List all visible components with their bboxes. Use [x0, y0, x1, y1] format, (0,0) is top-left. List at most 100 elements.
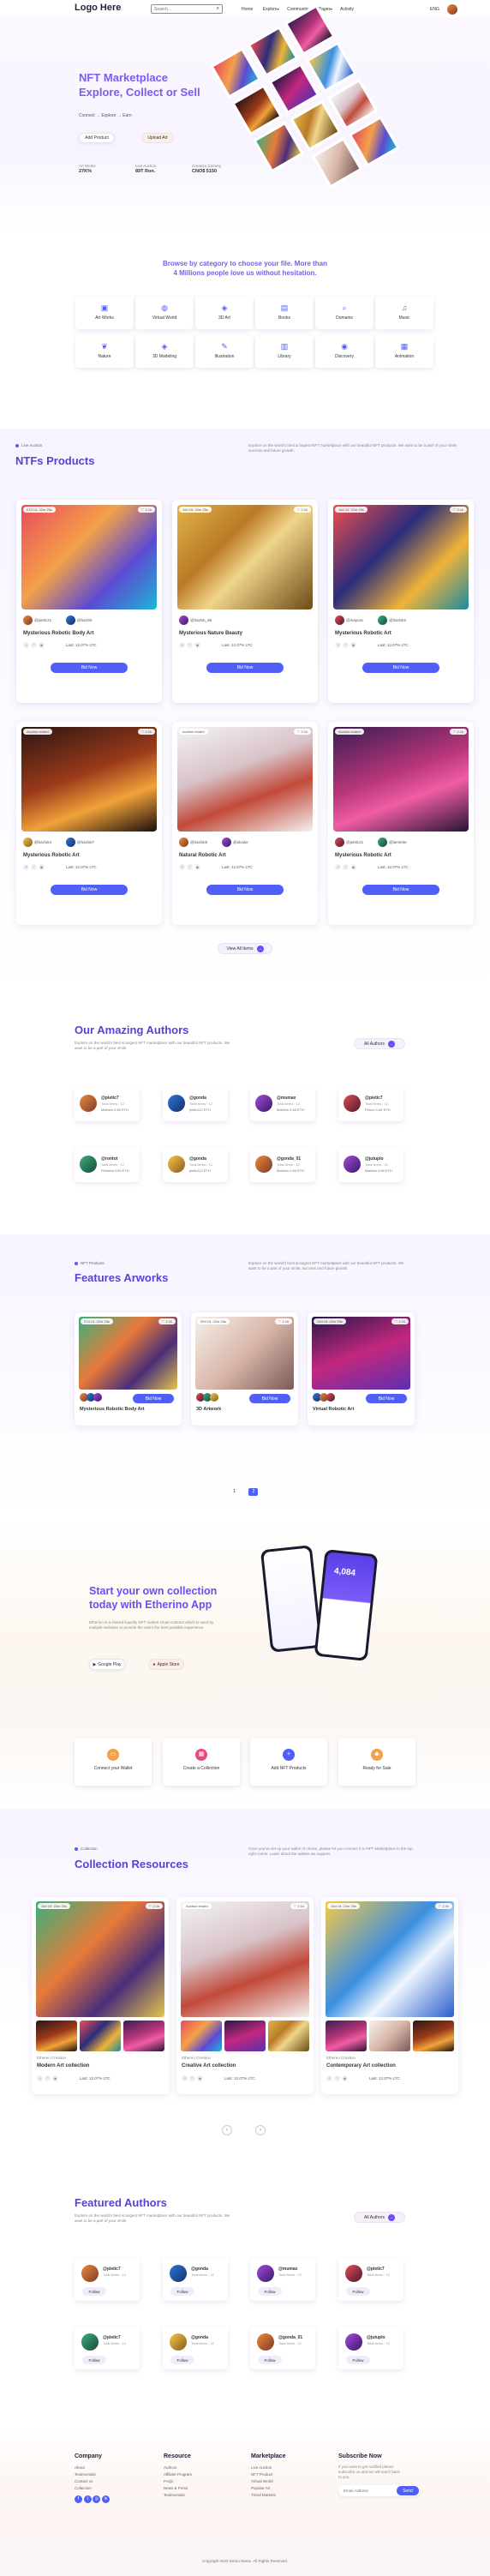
facebook-icon[interactable]: f — [75, 2495, 82, 2503]
collection-card[interactable]: 15d 15: 22m 25s ♡ 2.1k Ethereo Creation … — [321, 1897, 458, 2094]
avatar[interactable] — [168, 1095, 185, 1112]
footer-link[interactable]: Live Auction — [251, 2465, 285, 2471]
follow-button[interactable]: Follow — [82, 2356, 106, 2364]
follow-button[interactable]: Follow — [258, 2356, 282, 2364]
avatar[interactable] — [179, 615, 188, 625]
eye-icon[interactable]: ◉ — [194, 864, 200, 870]
collection-thumb[interactable] — [80, 2021, 121, 2051]
heart-icon[interactable]: ♡ — [343, 642, 349, 648]
owner-handle[interactable]: @hazlok4 — [34, 840, 51, 844]
google-play-button[interactable]: ▶ Google Play — [89, 1659, 125, 1670]
collection-title[interactable]: Modern Art collection — [37, 2063, 89, 2069]
creator-handle[interactable]: @hazlok7 — [77, 840, 94, 844]
collection-image[interactable] — [36, 1901, 164, 2017]
follow-button[interactable]: Follow — [82, 2287, 106, 2296]
feature-title[interactable]: Mysterious Robotic Body Art — [80, 1407, 145, 1412]
avatar[interactable] — [344, 1156, 361, 1173]
product-card[interactable]: Auction ended ♡ 2.1k @pietic21 @lamente … — [328, 722, 474, 925]
carousel-prev-button[interactable]: ‹ — [222, 2125, 232, 2135]
product-image[interactable] — [333, 727, 469, 832]
footer-link[interactable]: About — [75, 2465, 110, 2471]
category-3d-modeling[interactable]: ◈ 3D Modeling — [135, 335, 194, 368]
product-card[interactable]: Auction ended ♡ 2.1k @hazlok4 @hazlok7 M… — [16, 722, 162, 925]
avatar[interactable] — [255, 1156, 272, 1173]
search-input[interactable] — [154, 5, 211, 13]
page-2[interactable]: 2 — [248, 1488, 259, 1496]
step-card[interactable]: ▭ Connect your Wallet — [75, 1738, 152, 1786]
avatar[interactable] — [335, 615, 344, 625]
footer-link[interactable]: Popular Art — [251, 2485, 285, 2492]
bid-now-button[interactable]: Bid Now — [249, 1394, 290, 1403]
share-icon[interactable]: ↗ — [179, 642, 185, 648]
language-select[interactable]: ENG — [430, 7, 439, 12]
category-virtual-world[interactable]: ◍ Virtual World — [135, 297, 194, 329]
like-count[interactable]: ♡ 2.1k — [274, 1318, 292, 1324]
avatar[interactable] — [378, 615, 387, 625]
eye-icon[interactable]: ◉ — [197, 2075, 203, 2081]
avatar[interactable] — [66, 615, 75, 625]
follow-button[interactable]: Follow — [258, 2287, 282, 2296]
feature-card[interactable]: 10d 15: 22m 25s ♡ 2.1k Virtual Robotic A… — [308, 1312, 415, 1426]
footer-link[interactable]: Affiliate Program — [164, 2471, 192, 2478]
author-card[interactable]: @gonda Total items : 12 pietic112 ETH — [163, 1148, 228, 1182]
collection-thumb[interactable] — [268, 2021, 309, 2051]
featured-author-card[interactable]: @gonda_01 Total items : 12 Follow — [250, 2327, 315, 2369]
bid-now-button[interactable]: Bid Now — [366, 1394, 407, 1403]
all-authors-button[interactable]: All Authors → — [354, 2212, 405, 2223]
collection-thumb[interactable] — [224, 2021, 266, 2051]
product-card[interactable]: 16d 15: 22m 25s ♡ 2.1k @mayura @hazlok2 … — [328, 500, 474, 703]
avatar[interactable] — [345, 2265, 362, 2282]
follow-button[interactable]: Follow — [346, 2356, 370, 2364]
apple-store-button[interactable]: ● Apple Store — [148, 1659, 184, 1670]
feature-image[interactable] — [79, 1317, 177, 1390]
bid-now-button[interactable]: Bid Now — [133, 1394, 174, 1403]
creator-handle[interactable]: @alcalor — [233, 840, 248, 844]
avatar[interactable] — [81, 2333, 99, 2351]
like-count[interactable]: ♡ 2.1k — [449, 507, 467, 513]
featured-author-card[interactable]: @gonda Total items : 12 Follow — [163, 2327, 228, 2369]
avatar[interactable] — [257, 2265, 274, 2282]
bid-now-button[interactable]: Bid Now — [51, 885, 128, 895]
share-icon[interactable]: ↗ — [23, 642, 29, 648]
collection-thumb[interactable] — [123, 2021, 164, 2051]
product-image[interactable] — [21, 727, 157, 832]
product-image[interactable] — [333, 505, 469, 609]
collection-thumb[interactable] — [413, 2021, 454, 2051]
creator-handle[interactable]: @lamente — [389, 840, 407, 844]
avatar[interactable] — [326, 1393, 335, 1402]
collection-thumb[interactable] — [181, 2021, 222, 2051]
category-art-works[interactable]: ▣ Art Works — [75, 297, 134, 329]
avatar[interactable] — [345, 2333, 362, 2351]
twitter-icon[interactable]: t — [83, 2495, 92, 2503]
share-icon[interactable]: ↗ — [23, 864, 29, 870]
feature-title[interactable]: Virtual Robotic Art — [313, 1407, 354, 1412]
category-books[interactable]: ▤ Books — [255, 297, 314, 329]
author-card[interactable]: @gonda Total items : 12 pietic112 ETH — [163, 1087, 228, 1121]
like-count[interactable]: ♡ 2.1k — [290, 1903, 308, 1909]
user-avatar[interactable] — [447, 4, 457, 15]
footer-link[interactable]: News & Press — [164, 2485, 192, 2492]
nav-activity[interactable]: Activity — [340, 7, 354, 12]
follow-button[interactable]: Follow — [170, 2356, 194, 2364]
featured-author-card[interactable]: @pietic7 Total items : 12 Follow — [75, 2258, 140, 2301]
avatar[interactable] — [210, 1393, 218, 1402]
feature-card[interactable]: 09d 15: 22m 25s ♡ 2.1k 3D Artwork Bid No… — [191, 1312, 298, 1426]
author-card[interactable]: @mumax Total items : 12 Mathew 0.65 ETH — [250, 1087, 315, 1121]
avatar[interactable] — [23, 838, 33, 847]
avatar[interactable] — [179, 838, 188, 847]
collection-title[interactable]: Creative Art collection — [182, 2063, 236, 2069]
author-card[interactable]: @gonda_01 Total items : 12 Mathew 0.65 ETH — [250, 1148, 315, 1182]
owner-handle[interactable]: @pietic21 — [34, 618, 51, 622]
product-card[interactable]: 07d 14: 22m 25s ♡ 2.1k @pietic21 @hazlok… — [16, 500, 162, 703]
avatar[interactable] — [344, 1095, 361, 1112]
send-button[interactable]: Send — [397, 2486, 419, 2495]
avatar[interactable] — [80, 1095, 97, 1112]
featured-author-card[interactable]: @pietic7 Total items : 12 Follow — [75, 2327, 140, 2369]
like-count[interactable]: ♡ 2.1k — [293, 729, 311, 735]
collection-thumb[interactable] — [36, 2021, 77, 2051]
bid-now-button[interactable]: Bid Now — [206, 663, 284, 673]
product-title[interactable]: Mysterious Robotic Art — [335, 853, 391, 858]
footer-link[interactable]: Virtual World — [251, 2478, 285, 2485]
avatar[interactable] — [170, 2265, 187, 2282]
step-card[interactable]: ▦ Create a Collection — [163, 1738, 240, 1786]
